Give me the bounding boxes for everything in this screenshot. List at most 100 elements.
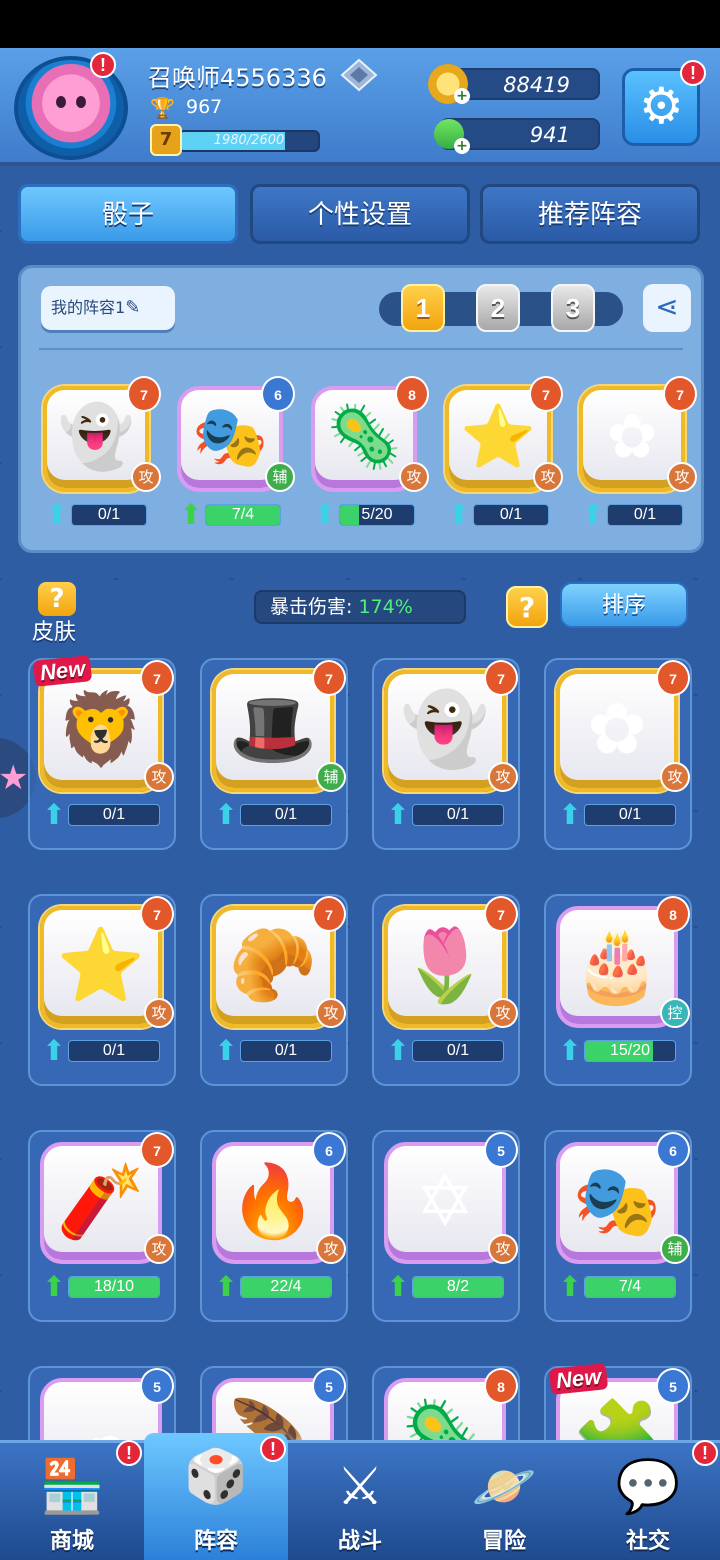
trophy-count: 967 xyxy=(186,96,223,118)
planet-icon: 🪐 xyxy=(471,1457,537,1517)
level-badge: 5 xyxy=(656,1368,690,1404)
fire-icon: 🔥 xyxy=(228,1159,318,1243)
level-badge: 6 xyxy=(656,1132,690,1168)
upgrade-progress-bar: 0/1 xyxy=(607,504,683,526)
level-badge: 5 xyxy=(140,1368,174,1404)
share-button[interactable]: ⋖ xyxy=(643,284,691,332)
deck-name-label: 我的阵容1 xyxy=(51,298,126,317)
trophy-icon: 🏆 xyxy=(150,96,175,120)
upgrade-progress-bar: 18/10 xyxy=(68,1276,160,1298)
upgrade-arrow-icon: ⬆ xyxy=(42,798,66,831)
ghost-icon: 👻 xyxy=(58,401,134,473)
upgrade-progress-bar: 8/2 xyxy=(412,1276,504,1298)
help-button[interactable]: ? xyxy=(506,586,548,628)
upgrade-progress-text: 0/1 xyxy=(102,806,126,823)
level-badge: 7 xyxy=(484,660,518,696)
crit-label: 暴击伤害: xyxy=(270,596,353,618)
cake-icon: 🎂 xyxy=(572,923,662,1007)
deck-name-button[interactable]: 我的阵容1✎ xyxy=(41,286,175,330)
role-badge: 攻 xyxy=(144,998,174,1028)
upgrade-arrow-icon: ⬆ xyxy=(214,798,238,831)
role-badge: 辅 xyxy=(265,462,295,492)
role-badge: 攻 xyxy=(131,462,161,492)
lion-icon: 🦁 xyxy=(56,687,146,771)
xp-bar: 1980/2600 xyxy=(178,130,320,152)
upgrade-progress-bar: 0/1 xyxy=(68,804,160,826)
upgrade-progress-text: 0/1 xyxy=(499,506,523,523)
upgrade-arrow-icon: ⬆ xyxy=(45,498,69,531)
upgrade-progress-text: 0/1 xyxy=(446,1042,470,1059)
hexagram-icon: ✡ xyxy=(415,1159,475,1243)
level-badge: 5 xyxy=(312,1368,346,1404)
gem-counter[interactable]: + 941 xyxy=(427,112,600,156)
share-icon: ⋖ xyxy=(655,290,679,323)
level-badge: 7 xyxy=(663,376,697,412)
virus-icon: 🦠 xyxy=(326,401,402,473)
role-badge: 辅 xyxy=(316,762,346,792)
level-badge: 8 xyxy=(395,376,429,412)
settings-alert-badge: ! xyxy=(680,60,706,86)
level-badge: 7 xyxy=(150,124,182,156)
gold-counter[interactable]: + 88419 xyxy=(428,64,600,104)
upgrade-progress-bar: 0/1 xyxy=(412,804,504,826)
role-badge: 攻 xyxy=(488,762,518,792)
add-gem-icon[interactable]: + xyxy=(454,138,470,154)
upgrade-progress-bar: 0/1 xyxy=(240,804,332,826)
deck-slot-3[interactable]: 3 xyxy=(551,284,595,332)
flower-icon: ✿ xyxy=(587,687,647,771)
chat-icon: 💬 xyxy=(615,1457,681,1517)
level-badge: 7 xyxy=(127,376,161,412)
nav-item-planet[interactable]: 🪐 冒险 xyxy=(432,1443,576,1560)
level-badge: 7 xyxy=(656,660,690,696)
level-badge: 5 xyxy=(484,1132,518,1168)
deck-divider xyxy=(39,348,683,350)
shop-icon: 🏪 xyxy=(39,1457,105,1517)
skin-button[interactable]: ? 皮肤 xyxy=(32,582,80,645)
role-badge: 攻 xyxy=(399,462,429,492)
nav-label: 商城 xyxy=(49,1529,94,1554)
gear-icon: ⚙ xyxy=(639,77,684,135)
tab-dice[interactable]: 骰子 xyxy=(18,184,238,244)
deck-slot-1[interactable]: 1 xyxy=(401,284,445,332)
role-badge: 攻 xyxy=(144,762,174,792)
bread-icon: 🥐 xyxy=(228,923,318,1007)
gem-value: 941 xyxy=(529,123,570,147)
level-badge: 7 xyxy=(140,1132,174,1168)
upgrade-progress-bar: 0/1 xyxy=(68,1040,160,1062)
role-badge: 攻 xyxy=(533,462,563,492)
role-badge: 攻 xyxy=(316,998,346,1028)
sort-button[interactable]: 排序 xyxy=(560,582,688,628)
role-badge: 攻 xyxy=(144,1234,174,1264)
pencil-icon: ✎ xyxy=(125,297,141,318)
upgrade-progress-text: 0/1 xyxy=(97,506,121,523)
witch-hat-icon: 🎩 xyxy=(228,687,318,771)
upgrade-progress-text: 0/1 xyxy=(274,806,298,823)
tulip-icon: 🌷 xyxy=(400,923,490,1007)
role-badge: 辅 xyxy=(660,1234,690,1264)
upgrade-progress-text: 15/20 xyxy=(609,1042,651,1059)
skin-label: 皮肤 xyxy=(32,620,77,645)
masks-icon: 🎭 xyxy=(192,401,268,473)
upgrade-progress-text: 0/1 xyxy=(633,506,657,523)
upgrade-arrow-icon: ⬆ xyxy=(42,1034,66,1067)
level-badge: 8 xyxy=(656,896,690,932)
add-gold-icon[interactable]: + xyxy=(454,88,470,104)
gold-value: 88419 xyxy=(503,73,570,97)
upgrade-arrow-icon: ⬆ xyxy=(42,1270,66,1303)
ghost-icon: 👻 xyxy=(400,687,490,771)
tab-recommended[interactable]: 推荐阵容 xyxy=(480,184,700,244)
tab-customization[interactable]: 个性设置 xyxy=(250,184,470,244)
upgrade-progress-bar: 0/1 xyxy=(473,504,549,526)
nav-label: 阵容 xyxy=(193,1529,238,1554)
star-icon: ⭐ xyxy=(460,401,536,473)
nav-item-swords[interactable]: ⚔ 战斗 xyxy=(288,1443,432,1560)
avatar-alert-badge: ! xyxy=(90,52,116,78)
upgrade-arrow-icon: ⬆ xyxy=(386,798,410,831)
upgrade-progress-text: 7/4 xyxy=(231,506,255,523)
firecracker-icon: 🧨 xyxy=(56,1159,146,1243)
level-badge: 6 xyxy=(312,1132,346,1168)
deck-slot-2[interactable]: 2 xyxy=(476,284,520,332)
upgrade-progress-text: 0/1 xyxy=(446,806,470,823)
upgrade-progress-text: 0/1 xyxy=(274,1042,298,1059)
star-icon: ★ xyxy=(0,758,29,798)
